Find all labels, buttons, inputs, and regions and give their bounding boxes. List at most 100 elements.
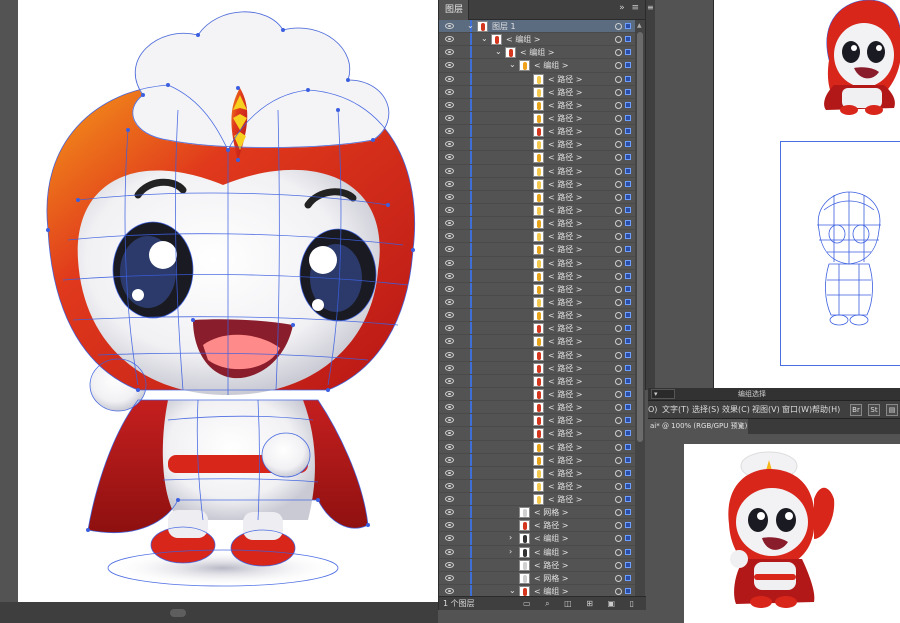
layer-name[interactable]: < 路径 > [534, 519, 569, 532]
layer-row[interactable]: › < 编组 > [439, 532, 635, 546]
layer-name[interactable]: < 路径 > [548, 309, 583, 322]
layer-name[interactable]: < 路径 > [548, 138, 583, 151]
layer-row[interactable]: < 路径 > [439, 466, 635, 480]
layer-name[interactable]: < 路径 > [548, 362, 583, 375]
layers-tab[interactable]: 图层 [439, 0, 469, 20]
visibility-eye-icon[interactable] [445, 312, 454, 319]
chevron-right-icon[interactable]: › [509, 533, 517, 543]
visibility-eye-icon[interactable] [445, 206, 454, 213]
layer-action-icons[interactable]: ▭ ⌕ ◫ ⊞ ▣ ▯ [523, 599, 640, 609]
visibility-eye-icon[interactable] [445, 351, 454, 358]
layer-row[interactable]: < 路径 > [439, 479, 635, 494]
layer-row[interactable]: < 路径 > [439, 177, 635, 191]
visibility-eye-icon[interactable] [445, 377, 454, 384]
panel-menu-icon[interactable]: » ≡ [619, 3, 641, 13]
layer-name[interactable]: < 路径 > [548, 73, 583, 86]
selection-square-icon[interactable] [625, 259, 631, 266]
layer-name[interactable]: < 路径 > [548, 349, 583, 362]
layer-row[interactable]: < 路径 > [439, 125, 635, 139]
selection-square-icon[interactable] [625, 180, 631, 187]
target-circle-icon[interactable] [615, 390, 622, 398]
layer-row[interactable]: < 路径 > [439, 85, 635, 99]
layer-name[interactable]: < 路径 > [548, 283, 583, 296]
selection-square-icon[interactable] [625, 88, 631, 95]
layer-row[interactable]: < 路径 > [439, 309, 635, 323]
visibility-eye-icon[interactable] [445, 430, 454, 437]
layer-row[interactable]: ⌄ 图层 1 [439, 20, 635, 34]
target-circle-icon[interactable] [615, 509, 622, 517]
layer-name[interactable]: < 路径 > [548, 335, 583, 348]
layers-list[interactable]: ⌄ 图层 1 ⌄ < 编组 > ⌄ < 编组 > ⌄ < 编组 > < 路径 > < 路径 > < … [439, 20, 635, 596]
target-circle-icon[interactable] [615, 298, 622, 306]
layer-name[interactable]: < 路径 > [548, 388, 583, 401]
selection-square-icon[interactable] [625, 298, 631, 305]
layer-name[interactable]: < 编组 > [506, 33, 541, 46]
chevron-down-icon[interactable]: ⌄ [481, 34, 489, 44]
selection-square-icon[interactable] [625, 325, 631, 332]
target-circle-icon[interactable] [615, 246, 622, 254]
target-circle-icon[interactable] [615, 141, 622, 149]
visibility-eye-icon[interactable] [445, 36, 454, 43]
layer-row[interactable]: < 路径 > [439, 427, 635, 441]
selection-square-icon[interactable] [625, 49, 631, 56]
horizontal-scrollbar[interactable] [0, 602, 438, 623]
artboard[interactable] [18, 0, 438, 602]
layer-row[interactable]: < 路径 > [439, 493, 635, 507]
layer-name[interactable]: < 路径 > [548, 125, 583, 138]
layer-row[interactable]: ⌄ < 编组 > [439, 59, 635, 73]
layer-name[interactable]: < 路径 > [548, 165, 583, 178]
visibility-eye-icon[interactable] [445, 141, 454, 148]
layer-row[interactable]: < 路径 > [439, 269, 635, 283]
layer-row[interactable]: < 路径 > [439, 164, 635, 178]
target-circle-icon[interactable] [615, 325, 622, 333]
target-circle-icon[interactable] [615, 128, 622, 136]
visibility-eye-icon[interactable] [445, 522, 454, 529]
visibility-eye-icon[interactable] [445, 259, 454, 266]
selection-square-icon[interactable] [625, 482, 631, 489]
target-circle-icon[interactable] [615, 180, 622, 188]
visibility-eye-icon[interactable] [445, 114, 454, 121]
document-canvas[interactable] [684, 444, 900, 623]
layer-row[interactable]: < 路径 > [439, 348, 635, 362]
selection-square-icon[interactable] [625, 417, 631, 424]
selection-square-icon[interactable] [625, 128, 631, 135]
selection-square-icon[interactable] [625, 114, 631, 121]
selection-square-icon[interactable] [625, 312, 631, 319]
target-circle-icon[interactable] [615, 23, 622, 30]
selection-square-icon[interactable] [625, 535, 631, 542]
selection-square-icon[interactable] [625, 193, 631, 200]
visibility-eye-icon[interactable] [445, 443, 454, 450]
visibility-eye-icon[interactable] [445, 548, 454, 555]
selection-square-icon[interactable] [625, 522, 631, 529]
layer-name[interactable]: < 路径 > [548, 86, 583, 99]
target-circle-icon[interactable] [615, 443, 622, 451]
layer-row[interactable]: < 网格 > [439, 571, 635, 586]
layer-row[interactable]: < 路径 > [439, 151, 635, 165]
visibility-eye-icon[interactable] [445, 62, 454, 69]
visibility-eye-icon[interactable] [445, 101, 454, 108]
layer-name[interactable]: < 路径 > [548, 191, 583, 204]
layer-name[interactable]: < 编组 > [534, 59, 569, 72]
layer-row[interactable]: < 路径 > [439, 361, 635, 375]
visibility-eye-icon[interactable] [445, 496, 454, 503]
target-circle-icon[interactable] [615, 233, 622, 241]
document-canvas-area[interactable] [0, 0, 438, 623]
layer-name[interactable]: < 路径 > [548, 178, 583, 191]
layer-name[interactable]: < 路径 > [548, 204, 583, 217]
visibility-eye-icon[interactable] [445, 469, 454, 476]
visibility-eye-icon[interactable] [445, 561, 454, 568]
layer-row[interactable]: < 路径 > [439, 519, 635, 533]
target-circle-icon[interactable] [615, 193, 622, 201]
selection-square-icon[interactable] [625, 246, 631, 253]
layer-row[interactable]: < 路径 > [439, 374, 635, 388]
layer-row[interactable]: < 路径 > [439, 190, 635, 204]
target-circle-icon[interactable] [615, 574, 622, 582]
selection-square-icon[interactable] [625, 154, 631, 161]
visibility-eye-icon[interactable] [445, 154, 454, 161]
target-circle-icon[interactable] [615, 535, 622, 543]
layer-row[interactable]: < 路径 > [439, 453, 635, 467]
target-circle-icon[interactable] [615, 259, 622, 267]
layer-row[interactable]: < 路径 > [439, 203, 635, 218]
layer-name[interactable]: < 网格 > [534, 572, 569, 585]
workspace-button[interactable]: ▤ [886, 404, 898, 416]
